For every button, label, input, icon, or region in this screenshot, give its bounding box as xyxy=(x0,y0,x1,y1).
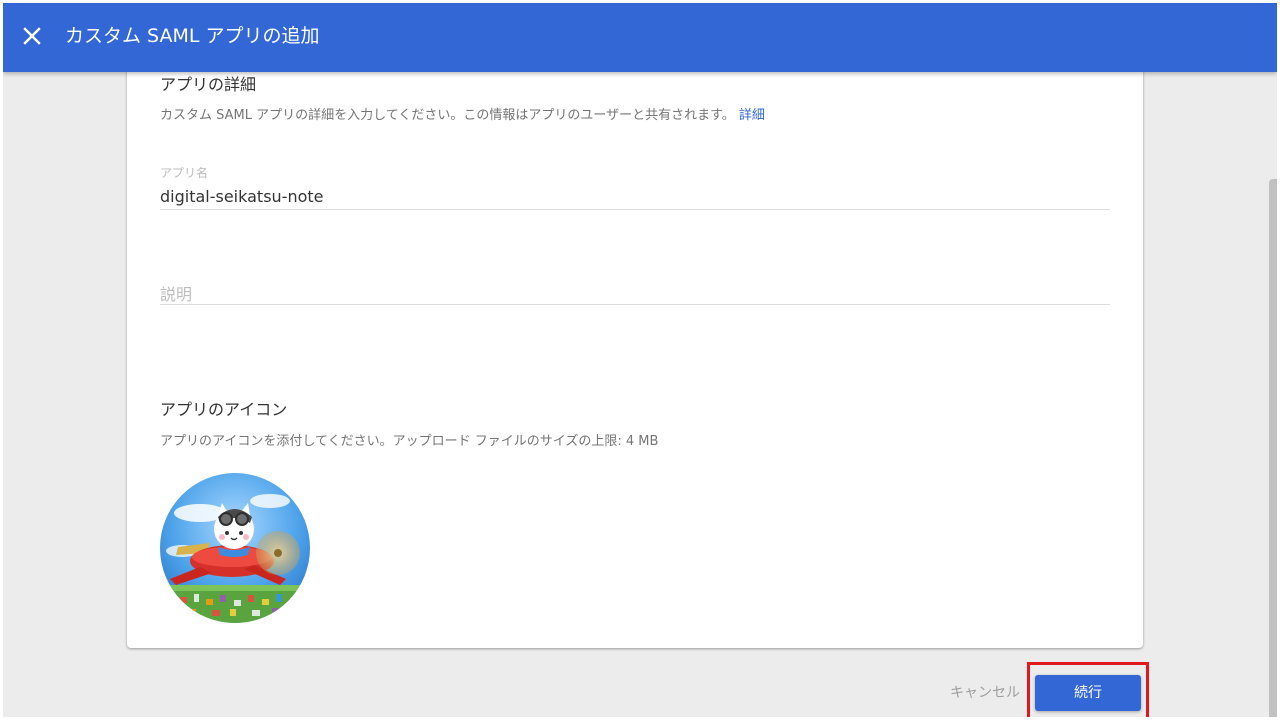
window-frame: カスタム SAML アプリの追加 アプリの詳細 カスタム SAML アプリの詳細… xyxy=(0,0,1280,720)
continue-button[interactable]: 続行 xyxy=(1035,675,1141,711)
airplane-cat-illustration xyxy=(160,473,310,623)
vertical-scrollbar[interactable] xyxy=(1269,179,1277,717)
app-details-description: カスタム SAML アプリの詳細を入力してください。この情報はアプリのユーザーと… xyxy=(160,104,765,123)
details-link[interactable]: 詳細 xyxy=(739,108,765,123)
header-bar: カスタム SAML アプリの追加 xyxy=(3,3,1277,72)
close-button[interactable] xyxy=(17,21,47,51)
cancel-button[interactable]: キャンセル xyxy=(935,678,1035,708)
app-icon-heading: アプリのアイコン xyxy=(160,400,288,419)
app-name-field[interactable]: アプリ名 digital-seikatsu-note xyxy=(160,164,1110,210)
app-icon-image[interactable] xyxy=(160,473,310,623)
app-name-value: digital-seikatsu-note xyxy=(160,187,324,206)
app-icon-description: アプリのアイコンを添付してください。アップロード ファイルのサイズの上限: 4 … xyxy=(160,434,659,449)
form-card: アプリの詳細 カスタム SAML アプリの詳細を入力してください。この情報はアプ… xyxy=(127,43,1143,648)
app-name-label: アプリ名 xyxy=(160,166,209,180)
description-placeholder: 説明 xyxy=(160,285,193,304)
close-icon xyxy=(23,27,41,45)
app-details-heading: アプリの詳細 xyxy=(160,75,257,94)
app-details-description-text: カスタム SAML アプリの詳細を入力してください。この情報はアプリのユーザーと… xyxy=(160,108,735,123)
page-title: カスタム SAML アプリの追加 xyxy=(65,25,320,47)
description-field[interactable]: 説明 xyxy=(160,281,1110,305)
